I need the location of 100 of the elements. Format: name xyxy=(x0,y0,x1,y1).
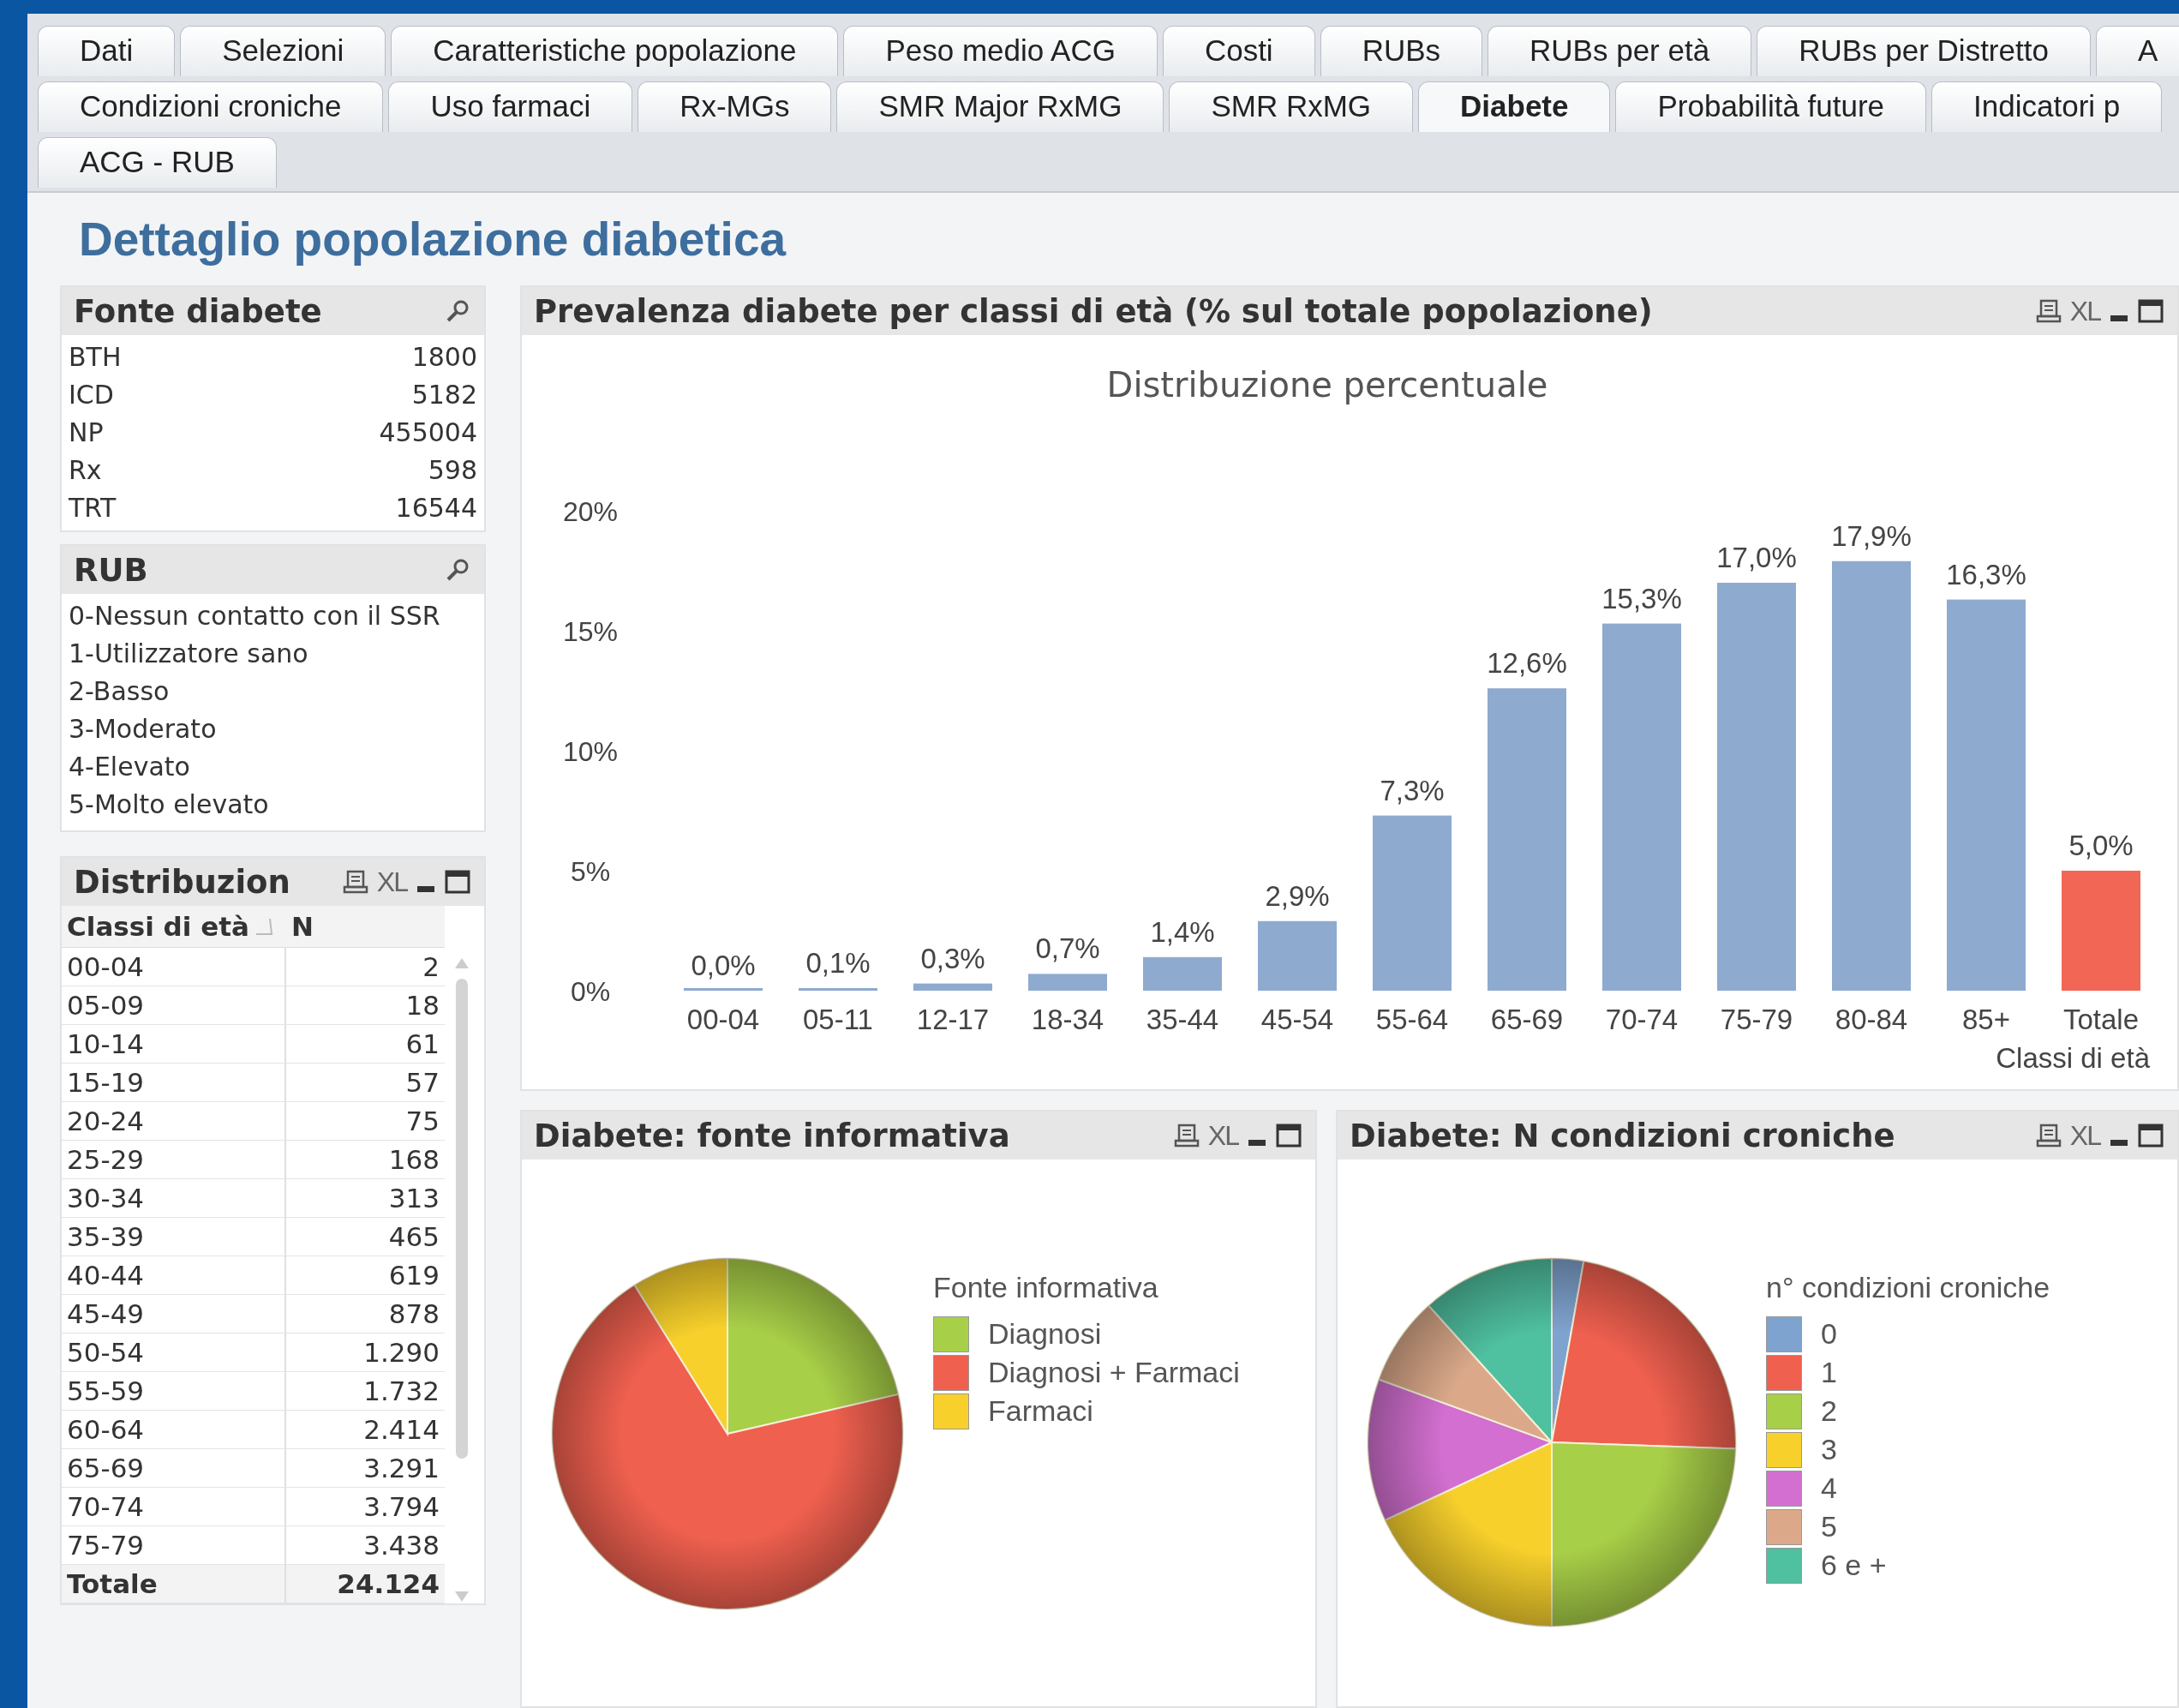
tab[interactable]: Dati xyxy=(38,26,176,76)
legend-label: 0 xyxy=(1821,1317,1837,1351)
x-tick-label: 85+ xyxy=(1962,1004,2010,1035)
table-cell: 1.290 xyxy=(286,1333,445,1372)
tab[interactable]: RUBs per età xyxy=(1488,26,1752,76)
table-cell: 50-54 xyxy=(62,1333,286,1372)
legend-label: 1 xyxy=(1821,1356,1837,1389)
search-icon[interactable] xyxy=(445,298,470,324)
table-cell: 2 xyxy=(286,948,445,986)
print-icon[interactable] xyxy=(2035,298,2062,324)
maximize-icon[interactable] xyxy=(1276,1123,1302,1148)
bar-value-label: 0,0% xyxy=(691,950,756,981)
list-item[interactable]: 4-Elevato xyxy=(69,752,190,782)
x-tick-label: 75-79 xyxy=(1720,1004,1793,1035)
table-cell: 65-69 xyxy=(62,1449,286,1488)
tab[interactable]: RUBs xyxy=(1320,26,1483,76)
sort-icon xyxy=(254,917,273,936)
tab[interactable]: Costi xyxy=(1162,26,1315,76)
list-item[interactable]: 1-Utilizzatore sano xyxy=(69,638,308,669)
print-icon[interactable] xyxy=(2035,1123,2062,1148)
chart-title: Distribuzione percentuale xyxy=(1106,365,1548,405)
column-header[interactable]: Classi di età xyxy=(62,906,286,948)
list-item-value: 455004 xyxy=(379,417,477,448)
bar-value-label: 15,3% xyxy=(1601,582,1682,614)
x-tick-label: 80-84 xyxy=(1835,1004,1908,1035)
table-cell: 61 xyxy=(286,1025,445,1064)
x-tick-label: 05-11 xyxy=(803,1004,873,1035)
y-tick-label: 20% xyxy=(563,496,618,527)
legend-label: Farmaci xyxy=(988,1394,1093,1428)
scrollbar-thumb[interactable] xyxy=(456,979,468,1459)
table-cell: 05-09 xyxy=(62,986,286,1025)
excel-export-button[interactable]: XL xyxy=(1207,1119,1238,1152)
tab[interactable]: Uso farmaci xyxy=(388,81,633,132)
table-cell: 30-34 xyxy=(62,1179,286,1218)
maximize-icon[interactable] xyxy=(2138,1123,2164,1148)
bar-value-label: 16,3% xyxy=(1946,558,2026,590)
list-item[interactable]: 3-Moderato xyxy=(69,714,217,745)
tab[interactable]: Probabilità future xyxy=(1615,81,1927,132)
legend-label: 5 xyxy=(1821,1510,1837,1543)
table-cell: 75 xyxy=(286,1102,445,1141)
table-cell: 40-44 xyxy=(62,1256,286,1295)
excel-export-button[interactable]: XL xyxy=(2069,295,2100,327)
panel-title: Fonte diabete xyxy=(74,292,322,330)
bar-value-label: 17,9% xyxy=(1831,519,1912,552)
table-cell: Totale xyxy=(62,1565,286,1603)
panel-title: Prevalenza diabete per classi di età (% sul totale popolazione) xyxy=(534,292,1653,330)
list-item-label[interactable]: TRT xyxy=(69,493,117,524)
tab[interactable]: Diabete xyxy=(1418,81,1611,132)
maximize-icon[interactable] xyxy=(445,869,470,895)
list-item-label[interactable]: Rx xyxy=(69,455,102,486)
excel-export-button[interactable]: XL xyxy=(376,866,407,898)
panel-title: Distribuzion xyxy=(74,863,290,901)
table-cell: 3.291 xyxy=(286,1449,445,1488)
x-tick-label: 45-54 xyxy=(1260,1004,1334,1035)
tab[interactable]: Selezioni xyxy=(180,26,386,76)
bar-value-label: 0,7% xyxy=(1035,932,1100,965)
list-item-value: 16544 xyxy=(395,493,477,524)
table-cell: 55-59 xyxy=(62,1372,286,1411)
bar-value-label: 17,0% xyxy=(1716,542,1797,573)
tab[interactable]: SMR RxMG xyxy=(1169,81,1414,132)
list-item-value: 5182 xyxy=(411,380,477,411)
legend-label: 2 xyxy=(1821,1394,1837,1428)
tab[interactable]: ACG - RUB xyxy=(38,137,277,188)
list-item-label[interactable]: NP xyxy=(69,417,104,448)
table-cell: 168 xyxy=(286,1141,445,1179)
panel-title: Diabete: fonte informativa xyxy=(534,1117,1010,1154)
tab[interactable]: RUBs per Distretto xyxy=(1757,26,2091,76)
tab[interactable]: Condizioni croniche xyxy=(38,81,384,132)
table-cell: 1.732 xyxy=(286,1372,445,1411)
search-icon[interactable] xyxy=(445,557,470,583)
legend-label: 6 e + xyxy=(1821,1549,1887,1582)
bar-value-label: 0,3% xyxy=(920,942,985,974)
print-icon[interactable] xyxy=(342,869,368,895)
bar-value-label: 5,0% xyxy=(2068,830,2134,861)
bar-value-label: 2,9% xyxy=(1265,879,1330,912)
tab[interactable]: Rx-MGs xyxy=(638,81,832,132)
list-item[interactable]: 2-Basso xyxy=(69,676,170,707)
panel-title: Diabete: N condizioni croniche xyxy=(1350,1117,1895,1154)
list-item[interactable]: 0-Nessun contatto con il SSR xyxy=(69,601,440,632)
tab[interactable]: Peso medio ACG xyxy=(843,26,1158,76)
tab[interactable]: Indicatori p xyxy=(1931,81,2163,132)
tab[interactable]: SMR Major RxMG xyxy=(836,81,1164,132)
tab[interactable]: Caratteristiche popolazione xyxy=(391,26,839,76)
list-item-label[interactable]: ICD xyxy=(69,380,114,411)
list-item[interactable]: 5-Molto elevato xyxy=(69,789,269,820)
bar-value-label: 0,1% xyxy=(805,947,871,980)
table-cell: 00-04 xyxy=(62,948,286,986)
column-header[interactable]: N xyxy=(286,906,445,948)
bar-value-label: 1,4% xyxy=(1150,915,1215,948)
table-cell: 15-19 xyxy=(62,1064,286,1102)
table-cell: 3.794 xyxy=(286,1488,445,1526)
maximize-icon[interactable] xyxy=(2138,298,2164,324)
table-cell: 45-49 xyxy=(62,1295,286,1333)
tab[interactable]: A xyxy=(2095,26,2179,76)
x-tick-label: 55-64 xyxy=(1375,1004,1449,1035)
y-tick-label: 5% xyxy=(570,856,611,887)
excel-export-button[interactable]: XL xyxy=(2069,1119,2100,1152)
print-icon[interactable] xyxy=(1173,1123,1200,1148)
table-cell: 18 xyxy=(286,986,445,1025)
list-item-label[interactable]: BTH xyxy=(69,342,122,373)
